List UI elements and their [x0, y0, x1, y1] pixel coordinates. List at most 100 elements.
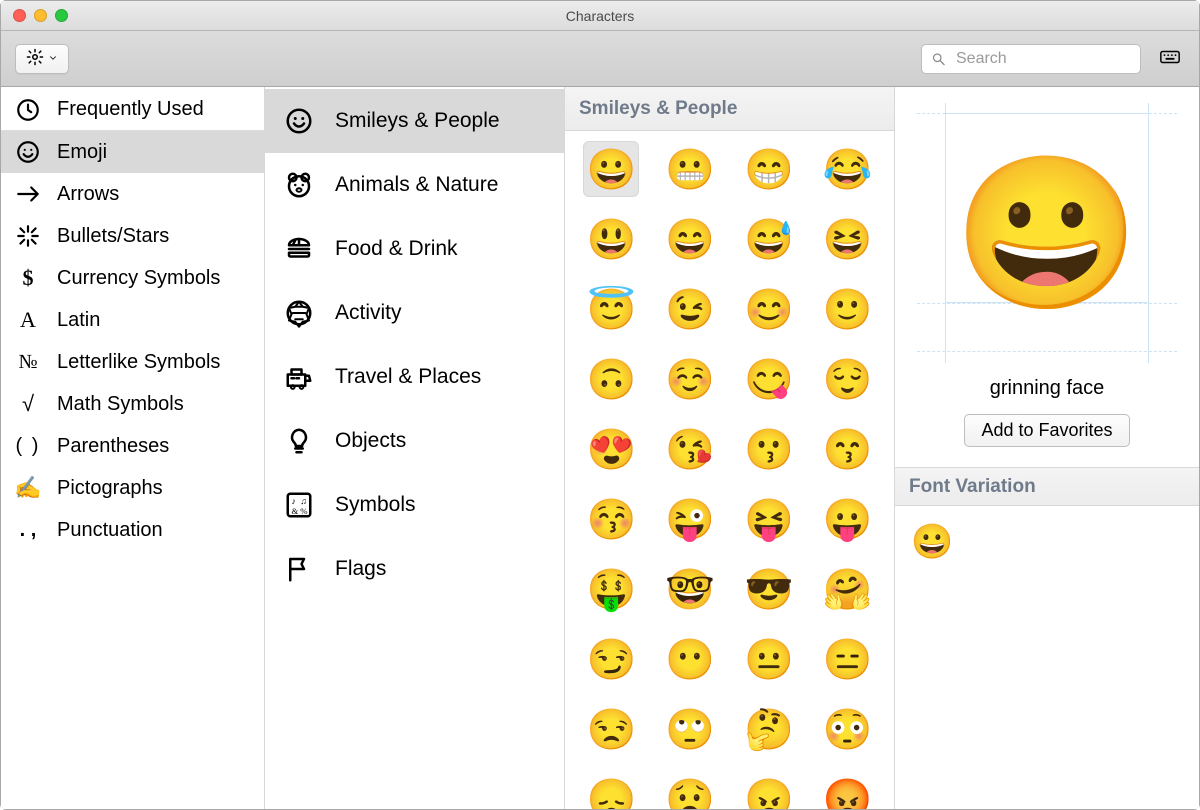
emoji-cell[interactable]: 🙂	[820, 281, 876, 337]
titlebar: Characters	[1, 1, 1199, 31]
traffic-lights	[13, 9, 68, 22]
emoji-cell[interactable]: 😛	[820, 491, 876, 547]
subcategory-sidebar: Smileys & PeopleAnimals & NatureFood & D…	[265, 87, 565, 809]
category-math[interactable]: √Math Symbols	[1, 383, 264, 425]
emoji-cell[interactable]: 😃	[583, 211, 639, 267]
character-name: grinning face	[990, 377, 1105, 400]
emoji-cell[interactable]: 😂	[820, 141, 876, 197]
emoji-grid[interactable]: 😀 😬 😁 😂 😃 😄 😅 😆 😇 😉 😊 🙂 🙃 ☺️ 😋 😌 😍 😘 😗 😙 😚 😜 😝 😛 🤑 🤓 😎 🤗 😏 😶 😐 😑 😒 🙄 🤔 😳 😞 😟 😠…	[565, 131, 894, 809]
emoji-cell[interactable]: 😙	[820, 421, 876, 477]
emoji-cell[interactable]: 🤓	[662, 561, 718, 617]
category-arrows[interactable]: Arrows	[1, 173, 264, 215]
category-label: Pictographs	[57, 477, 163, 500]
subcategory-animals-nature[interactable]: Animals & Nature	[265, 153, 564, 217]
preview-guides: 😀	[917, 103, 1177, 363]
minimize-window-button[interactable]	[34, 9, 47, 22]
subcategory-label: Activity	[335, 301, 402, 325]
emoji-cell[interactable]: 😳	[820, 701, 876, 757]
category-label: Arrows	[57, 183, 119, 206]
emoji-cell[interactable]: 😟	[662, 771, 718, 809]
emoji-cell[interactable]: 😬	[662, 141, 718, 197]
category-currency[interactable]: $Currency Symbols	[1, 257, 264, 299]
emoji-cell[interactable]: 😒	[583, 701, 639, 757]
emoji-cell[interactable]: 😊	[741, 281, 797, 337]
category-letterlike[interactable]: №Letterlike Symbols	[1, 341, 264, 383]
emoji-cell[interactable]: 😠	[741, 771, 797, 809]
search-field[interactable]	[921, 44, 1141, 74]
svg-text:♪: ♪	[292, 496, 296, 506]
zoom-window-button[interactable]	[55, 9, 68, 22]
emoji-cell[interactable]: 🙃	[583, 351, 639, 407]
category-frequently-used[interactable]: Frequently Used	[1, 89, 264, 131]
emoji-cell[interactable]: 😌	[820, 351, 876, 407]
category-pictographs[interactable]: ✍Pictographs	[1, 467, 264, 509]
category-label: Parentheses	[57, 435, 169, 458]
category-emoji[interactable]: Emoji	[1, 131, 264, 173]
emoji-cell[interactable]: 😝	[741, 491, 797, 547]
emoji-cell[interactable]: 😉	[662, 281, 718, 337]
category-label: Currency Symbols	[57, 267, 220, 290]
numero-icon: №	[15, 349, 41, 375]
emoji-column: Smileys & People 😀😬😁😂😃😄😅😆😇😉😊🙂🙃☺️😋😌😍😘😗😙😚😜…	[565, 87, 895, 809]
emoji-cell[interactable]: 😅	[741, 211, 797, 267]
toolbar	[1, 31, 1199, 87]
subcategory-travel-places[interactable]: Travel & Places	[265, 345, 564, 409]
emoji-cell[interactable]: 🤔	[741, 701, 797, 757]
emoji-cell[interactable]: 😜	[662, 491, 718, 547]
emoji-cell[interactable]: 😏	[583, 631, 639, 687]
font-variation-item[interactable]: 😀	[911, 523, 953, 561]
search-input[interactable]	[921, 44, 1141, 74]
subcategory-smileys-people[interactable]: Smileys & People	[265, 89, 564, 153]
emoji-cell[interactable]: 😘	[662, 421, 718, 477]
content: Frequently Used Emoji Arrows Bullets/Stars$…	[1, 87, 1199, 809]
category-latin[interactable]: A Latin	[1, 299, 264, 341]
category-label: Latin	[57, 309, 100, 332]
emoji-cell[interactable]: 🤗	[820, 561, 876, 617]
preview-pane: 😀 grinning face Add to Favorites	[895, 87, 1199, 468]
emoji-cell[interactable]: 😑	[820, 631, 876, 687]
emoji-cell[interactable]: 😄	[662, 211, 718, 267]
category-bullets-stars[interactable]: Bullets/Stars	[1, 215, 264, 257]
emoji-cell[interactable]: 😍	[583, 421, 639, 477]
emoji-cell[interactable]: 😋	[741, 351, 797, 407]
emoji-cell[interactable]: 😐	[741, 631, 797, 687]
input-viewer-button[interactable]	[1155, 44, 1185, 74]
category-label: Frequently Used	[57, 98, 204, 121]
subcategory-flags[interactable]: Flags	[265, 537, 564, 601]
category-punctuation[interactable]: . ,Punctuation	[1, 509, 264, 551]
clock-icon	[15, 97, 41, 123]
subcategory-label: Flags	[335, 557, 386, 581]
category-sidebar: Frequently Used Emoji Arrows Bullets/Stars$…	[1, 87, 265, 809]
emoji-cell[interactable]: 😎	[741, 561, 797, 617]
subcategory-symbols[interactable]: ♪♫&%Symbols	[265, 473, 564, 537]
emoji-cell[interactable]: 🙄	[662, 701, 718, 757]
emoji-cell[interactable]: 😚	[583, 491, 639, 547]
emoji-cell[interactable]: 😆	[820, 211, 876, 267]
emoji-cell[interactable]: 😀	[583, 141, 639, 197]
category-parentheses[interactable]: ( )Parentheses	[1, 425, 264, 467]
search-icon	[931, 51, 946, 66]
emoji-cell[interactable]: 😗	[741, 421, 797, 477]
arrow-icon	[15, 181, 41, 207]
emoji-cell[interactable]: 😁	[741, 141, 797, 197]
close-window-button[interactable]	[13, 9, 26, 22]
action-menu-button[interactable]	[15, 44, 69, 74]
subcategory-objects[interactable]: Objects	[265, 409, 564, 473]
soccer-icon	[283, 297, 315, 329]
emoji-cell[interactable]: 😞	[583, 771, 639, 809]
burger-icon	[283, 233, 315, 265]
subcategory-food-drink[interactable]: Food & Drink	[265, 217, 564, 281]
smiley-icon	[283, 105, 315, 137]
emoji-cell[interactable]: 😡	[820, 771, 876, 809]
emoji-cell[interactable]: 😶	[662, 631, 718, 687]
symbols-icon: ♪♫&%	[283, 489, 315, 521]
emoji-cell[interactable]: ☺️	[662, 351, 718, 407]
latin-a-icon: A	[15, 307, 41, 333]
travel-icon	[283, 361, 315, 393]
subcategory-activity[interactable]: Activity	[265, 281, 564, 345]
emoji-cell[interactable]: 😇	[583, 281, 639, 337]
svg-text:&: &	[292, 506, 299, 516]
emoji-cell[interactable]: 🤑	[583, 561, 639, 617]
category-label: Math Symbols	[57, 393, 184, 416]
add-to-favorites-button[interactable]: Add to Favorites	[964, 414, 1129, 447]
